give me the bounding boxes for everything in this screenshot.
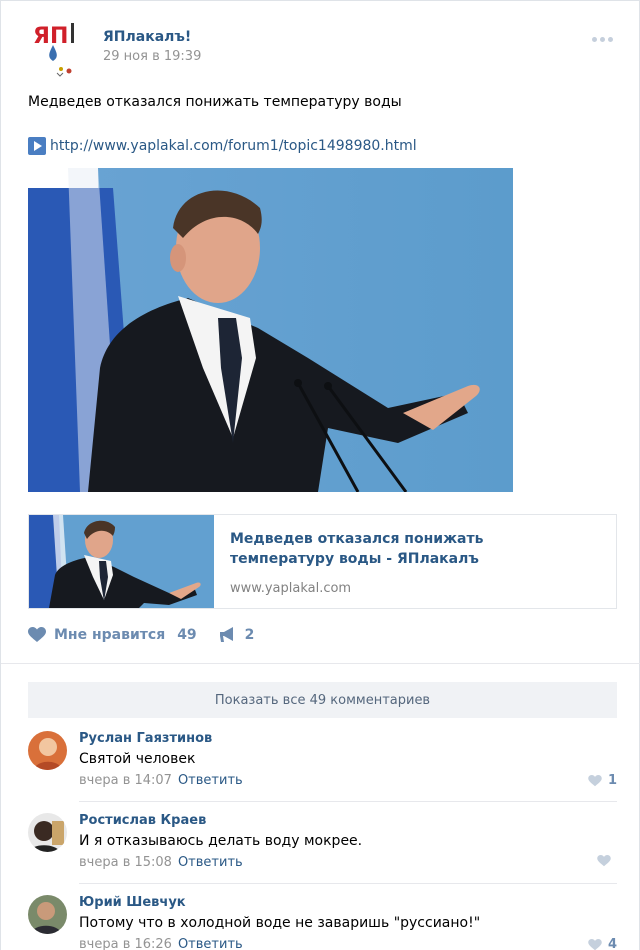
like-label: Мне нравится: [54, 627, 166, 643]
heart-icon: [28, 627, 46, 642]
reply-button[interactable]: Ответить: [178, 937, 243, 950]
post-link-text[interactable]: http://www.yaplakal.com/forum1/topic1498…: [50, 138, 417, 154]
comment-meta: вчера в 16:26 Ответить: [79, 937, 243, 950]
comment-time[interactable]: вчера в 14:07: [79, 773, 172, 788]
link-snippet[interactable]: Медведев отказался понижать температуру …: [28, 514, 617, 609]
commenter-avatar[interactable]: [28, 813, 67, 852]
comment-author[interactable]: Ростислав Краев: [79, 813, 206, 828]
heart-icon: [597, 855, 611, 867]
comment-author[interactable]: Юрий Шевчук: [79, 895, 186, 910]
post-author[interactable]: ЯПлакалъ!: [103, 29, 191, 45]
heart-icon: [588, 938, 602, 950]
comment-time[interactable]: вчера в 16:26: [79, 937, 172, 950]
comment-text: Святой человек: [79, 751, 196, 767]
comment-meta: вчера в 15:08 Ответить: [79, 855, 243, 870]
comment-text: И я отказываюсь делать воду мокрее.: [79, 833, 363, 849]
comment-like-button[interactable]: [597, 855, 617, 867]
megaphone-icon: [219, 627, 233, 642]
like-button[interactable]: Мне нравится 49: [28, 627, 197, 643]
share-button[interactable]: 2: [219, 627, 255, 643]
community-avatar[interactable]: ЯП: [31, 19, 79, 79]
commenter-avatar[interactable]: [28, 895, 67, 934]
comment-divider: [79, 883, 617, 884]
divider: [1, 663, 640, 664]
show-all-comments-button[interactable]: Показать все 49 комментариев: [28, 682, 617, 718]
dot-icon: [608, 37, 613, 42]
post-date[interactable]: 29 ноя в 19:39: [103, 49, 201, 64]
reply-button[interactable]: Ответить: [178, 855, 243, 870]
comment-author[interactable]: Руслан Гаязтинов: [79, 731, 212, 746]
comment-meta: вчера в 14:07 Ответить: [79, 773, 243, 788]
comment-like-count: 1: [607, 773, 617, 788]
post-photo[interactable]: [28, 168, 513, 492]
comment-divider: [79, 801, 617, 802]
snippet-title[interactable]: Медведев отказался понижать температуру …: [230, 529, 590, 569]
comment-time[interactable]: вчера в 15:08: [79, 855, 172, 870]
reply-button[interactable]: Ответить: [178, 773, 243, 788]
comment-like-button[interactable]: 4: [588, 937, 617, 950]
post-card: ЯП ЯПлакалъ! 29 ноя в 19:39 Медведев отк…: [0, 0, 640, 950]
more-options-button[interactable]: [592, 37, 613, 42]
post-link[interactable]: http://www.yaplakal.com/forum1/topic1498…: [28, 137, 417, 155]
comment-text: Потому что в холодной воде не заваришь "…: [79, 915, 481, 931]
post-actions: Мне нравится 49 2: [28, 627, 254, 643]
comment-like-count: 4: [607, 937, 617, 950]
post-text: Медведев отказался понижать температуру …: [28, 94, 402, 110]
play-icon: [28, 137, 46, 155]
commenter-avatar[interactable]: [28, 731, 67, 770]
like-count: 49: [177, 627, 197, 643]
snippet-domain: www.yaplakal.com: [230, 581, 352, 596]
share-count: 2: [244, 627, 255, 643]
comment-like-button[interactable]: 1: [588, 773, 617, 788]
dot-icon: [600, 37, 605, 42]
heart-icon: [588, 774, 602, 786]
dot-icon: [592, 37, 597, 42]
logo-text: ЯП: [33, 24, 68, 49]
snippet-thumbnail[interactable]: [29, 515, 214, 608]
